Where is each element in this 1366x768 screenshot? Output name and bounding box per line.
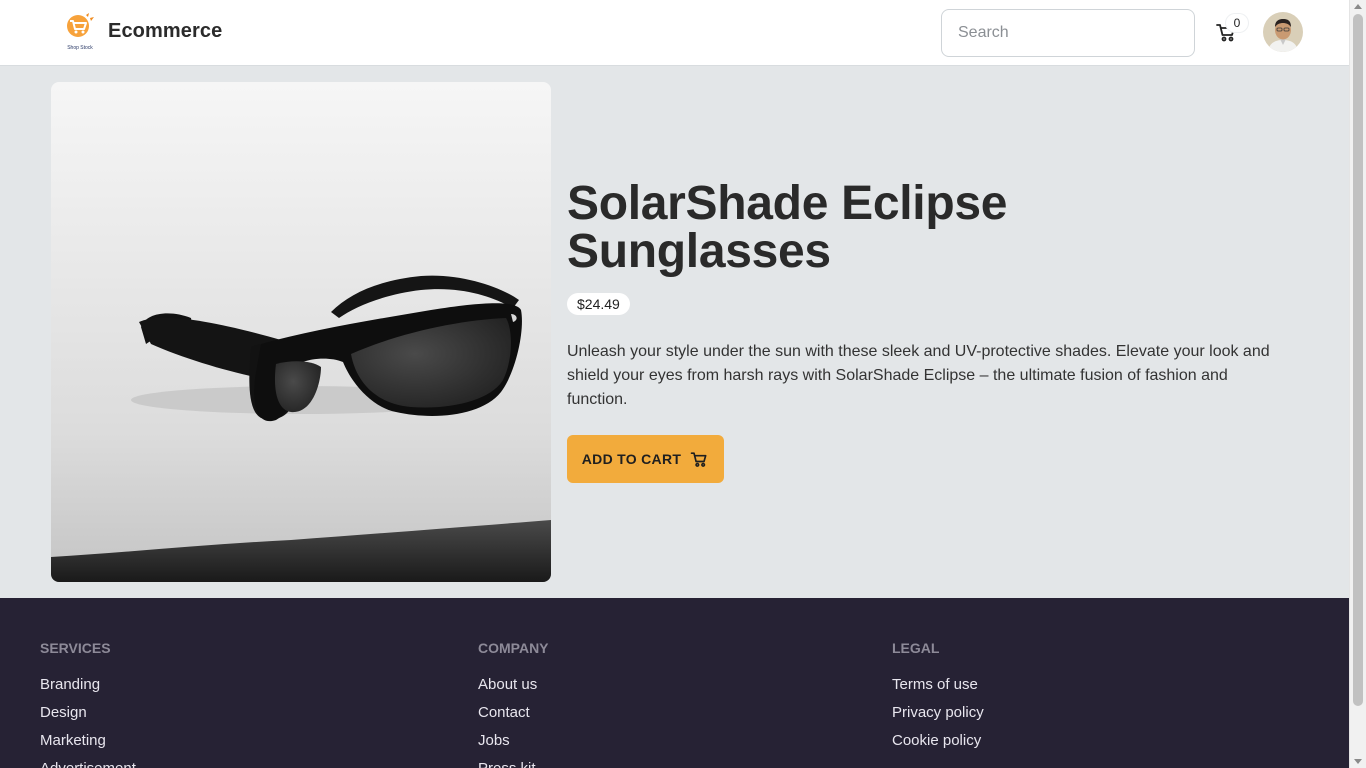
- footer-heading-legal: LEGAL: [892, 640, 940, 656]
- brand-name[interactable]: Ecommerce: [108, 20, 222, 43]
- site-footer: SERVICES Branding Design Marketing Adver…: [0, 598, 1349, 768]
- footer-link-privacy-policy[interactable]: Privacy policy: [892, 704, 984, 721]
- product-title: SolarShade Eclipse Sunglasses: [567, 177, 1008, 278]
- add-to-cart-button[interactable]: ADD TO CART: [567, 435, 724, 483]
- page-scrollbar[interactable]: [1349, 0, 1366, 768]
- price-badge: $24.49: [567, 293, 630, 315]
- footer-heading-services: SERVICES: [40, 640, 111, 656]
- top-navbar: Shop Stock Ecommerce 0: [0, 0, 1349, 66]
- footer-link-marketing[interactable]: Marketing: [40, 732, 106, 749]
- scroll-down-arrow-icon[interactable]: [1354, 759, 1362, 764]
- scroll-up-arrow-icon[interactable]: [1354, 4, 1362, 9]
- shop-stock-logo[interactable]: Shop Stock: [62, 12, 98, 52]
- footer-link-about-us[interactable]: About us: [478, 676, 537, 693]
- footer-link-press-kit[interactable]: Press kit: [478, 760, 536, 768]
- cart-count-badge: 0: [1226, 14, 1248, 32]
- footer-link-jobs[interactable]: Jobs: [478, 732, 510, 749]
- footer-link-contact[interactable]: Contact: [478, 704, 530, 721]
- user-avatar[interactable]: [1263, 12, 1303, 52]
- footer-link-advertisement[interactable]: Advertisement: [40, 760, 136, 768]
- add-to-cart-label: ADD TO CART: [581, 451, 682, 467]
- logo-text: Shop Stock: [67, 45, 93, 51]
- footer-link-terms-of-use[interactable]: Terms of use: [892, 676, 978, 693]
- search-input[interactable]: [941, 9, 1195, 57]
- footer-link-design[interactable]: Design: [40, 704, 87, 721]
- product-description: Unleash your style under the sun with th…: [567, 343, 1270, 408]
- cart-icon: [690, 452, 707, 467]
- footer-link-branding[interactable]: Branding: [40, 676, 100, 693]
- footer-heading-company: COMPANY: [478, 640, 549, 656]
- footer-link-cookie-policy[interactable]: Cookie policy: [892, 732, 981, 749]
- scrollbar-thumb[interactable]: [1353, 14, 1363, 706]
- product-image: [51, 82, 551, 582]
